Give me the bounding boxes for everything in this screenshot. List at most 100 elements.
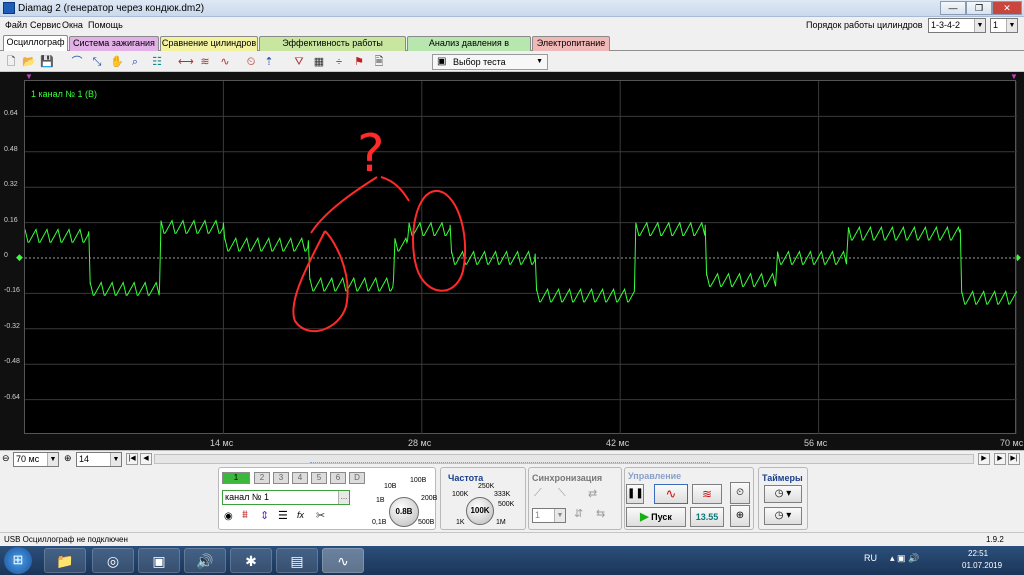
rising-edge-icon[interactable]: ⟋ <box>534 487 542 500</box>
y-tick-label: 0 <box>4 252 8 259</box>
status-bar: USB Осциллограф не подключен 1.9.2 <box>0 532 1024 546</box>
time-zoom-select[interactable]: 70 мс ▼ <box>13 452 59 467</box>
menu-service[interactable]: Сервис <box>30 20 61 30</box>
channel-name-field[interactable]: канал № 1 … <box>222 490 350 505</box>
tab-power[interactable]: Электропитание <box>532 36 610 51</box>
zoom-plus-icon[interactable]: ⊕ <box>64 453 72 464</box>
menu-file[interactable]: Файл <box>5 20 27 30</box>
measure-icon[interactable]: ⤡ <box>90 55 104 69</box>
explorer-taskbar-icon[interactable]: 📁 <box>44 548 86 573</box>
frequency-knob[interactable]: 100K <box>466 497 494 525</box>
channel-button-1[interactable]: 1 <box>222 472 250 484</box>
oscilloscope-plot[interactable]: ? 1 канал № 1 (В) <box>24 80 1017 435</box>
test-select[interactable]: ▣ Выбор теста ▼ <box>432 54 548 70</box>
channel-button-d[interactable]: D <box>349 472 365 484</box>
auto-icon[interactable]: ⏲ <box>244 55 258 69</box>
marker-icon[interactable]: ⇡ <box>262 55 276 69</box>
function-icon[interactable]: fx <box>297 510 304 520</box>
zoom-minus-icon[interactable]: ⊖ <box>2 453 10 464</box>
annotation-question-mark: ? <box>357 124 385 184</box>
language-indicator[interactable]: RU <box>864 553 877 563</box>
flag-icon[interactable]: ⚑ <box>352 55 366 69</box>
divider-icon[interactable]: ÷ <box>332 55 346 69</box>
scroll-left-button[interactable]: ◀ <box>140 453 152 465</box>
chrome-taskbar-icon[interactable]: ◎ <box>92 548 134 573</box>
tab-pressure[interactable]: Анализ давления в цилиндре <box>407 36 531 61</box>
wave-overlay-icon[interactable]: ≋ <box>198 55 212 69</box>
sync-up-icon[interactable]: ⇵ <box>574 507 583 520</box>
new-file-icon[interactable]: 🗋 <box>4 55 18 69</box>
zero-marker-icon[interactable]: ◆ <box>16 252 23 263</box>
timer-button-2[interactable]: ◷ ▾ <box>764 507 802 525</box>
channel-button-3[interactable]: 3 <box>273 472 289 484</box>
cylinder-order-value: 1-3-4-2 <box>931 20 961 30</box>
scroll-next-button[interactable]: ▶ <box>994 453 1006 465</box>
bluetooth-taskbar-icon[interactable]: ✱ <box>230 548 272 573</box>
channel-button-6[interactable]: 6 <box>330 472 346 484</box>
restore-button[interactable]: ❐ <box>966 1 992 15</box>
menu-windows[interactable]: Окна <box>62 20 83 30</box>
invert-icon[interactable]: ⩩ <box>242 509 248 522</box>
channel-button-5[interactable]: 5 <box>311 472 327 484</box>
archive-taskbar-icon[interactable]: ▤ <box>276 548 318 573</box>
voltage-range-knob[interactable]: 0.8В <box>389 497 419 527</box>
splitter-handle[interactable] <box>310 462 710 466</box>
offset-icon[interactable]: ⇕ <box>260 509 269 522</box>
save-icon[interactable]: 💾 <box>40 55 54 69</box>
control-panel: 1 2 3 4 5 6 D канал № 1 … ◉ ⩩ ⇕ ☰ fx ✂ 1… <box>218 467 808 530</box>
channel-button-2[interactable]: 2 <box>254 472 270 484</box>
cylinder-order-select[interactable]: 1-3-4-2 ▼ <box>928 18 986 33</box>
sound-taskbar-icon[interactable]: 🔊 <box>184 548 226 573</box>
sync-shift-icon[interactable]: ⇆ <box>596 507 605 520</box>
scroll-start-button[interactable]: |◀ <box>126 453 138 465</box>
eye-icon[interactable]: ◉ <box>224 511 233 522</box>
tools-icon[interactable]: ✂ <box>316 509 325 522</box>
tab-oscilloscope[interactable]: Осциллограф <box>3 35 68 51</box>
wave-icon[interactable]: ∿ <box>218 55 232 69</box>
open-folder-icon[interactable]: 📂 <box>22 55 36 69</box>
timer-button-1[interactable]: ◷ ▾ <box>764 485 802 503</box>
tab-cylinder-compare[interactable]: Сравнение цилиндров <box>160 36 258 51</box>
document-icon[interactable]: 🗎 <box>372 55 386 69</box>
sync-channel-select[interactable]: 1 ▼ <box>532 508 566 523</box>
hand-icon[interactable]: ✋ <box>110 55 124 69</box>
time-step-select[interactable]: 14 ▼ <box>76 452 122 467</box>
pause-button[interactable]: ❚❚ <box>626 484 644 504</box>
cursor-icon[interactable]: ⌒ <box>70 55 84 69</box>
chevron-down-icon: ▼ <box>110 453 121 466</box>
close-button[interactable]: ✕ <box>992 1 1022 15</box>
tray-icons[interactable]: ▴ ▣ 🔊 <box>890 553 919 564</box>
start-button[interactable]: ▶ Пуск <box>626 507 686 527</box>
noise-mode-button[interactable]: ≋ <box>692 484 722 504</box>
media-player-taskbar-icon[interactable]: ▣ <box>138 548 180 573</box>
channels-icon[interactable]: ☷ <box>150 55 164 69</box>
annotation-stroke <box>310 176 378 234</box>
auto-set-button[interactable]: ⊕ <box>730 505 750 527</box>
control-title: Управление <box>628 471 682 481</box>
cylinder-count-select[interactable]: 1 ▼ <box>990 18 1018 33</box>
scroll-end-button[interactable]: ▶| <box>1008 453 1020 465</box>
scroll-right-button[interactable]: ▶ <box>978 453 990 465</box>
auto-button[interactable]: ⏲ <box>730 482 750 504</box>
wave-mode-button[interactable]: ∿ <box>654 484 688 504</box>
start-menu-icon[interactable]: ⊞ <box>4 547 32 574</box>
tab-cylinder-efficiency[interactable]: Эффективность работы цилиндров <box>259 36 406 61</box>
x-tick-label: 70 мс <box>1000 438 1024 448</box>
zoom-icon[interactable]: ⌕ <box>128 55 142 69</box>
table-icon[interactable]: ▦ <box>312 55 326 69</box>
time-value-button[interactable]: 13.55 <box>690 507 724 527</box>
clock-time: 22:51 <box>968 549 989 558</box>
minimize-button[interactable]: — <box>940 1 966 15</box>
menu-help[interactable]: Помощь <box>88 20 123 30</box>
channel-button-4[interactable]: 4 <box>292 472 308 484</box>
x-tick-label: 56 мс <box>804 438 828 448</box>
range-label: 0,1В <box>372 519 387 526</box>
diamag-taskbar-icon[interactable]: ∿ <box>322 548 364 573</box>
tab-ignition[interactable]: Система зажигания <box>69 36 159 51</box>
expand-icon[interactable]: ⟷ <box>178 55 194 69</box>
filter-icon[interactable]: ⛛ <box>292 55 306 69</box>
falling-edge-icon[interactable]: ⟍ <box>558 487 566 500</box>
lines-icon[interactable]: ☰ <box>278 509 288 522</box>
sync-mode-icon[interactable]: ⇄ <box>588 487 597 500</box>
test-select-value: Выбор теста <box>453 57 506 67</box>
